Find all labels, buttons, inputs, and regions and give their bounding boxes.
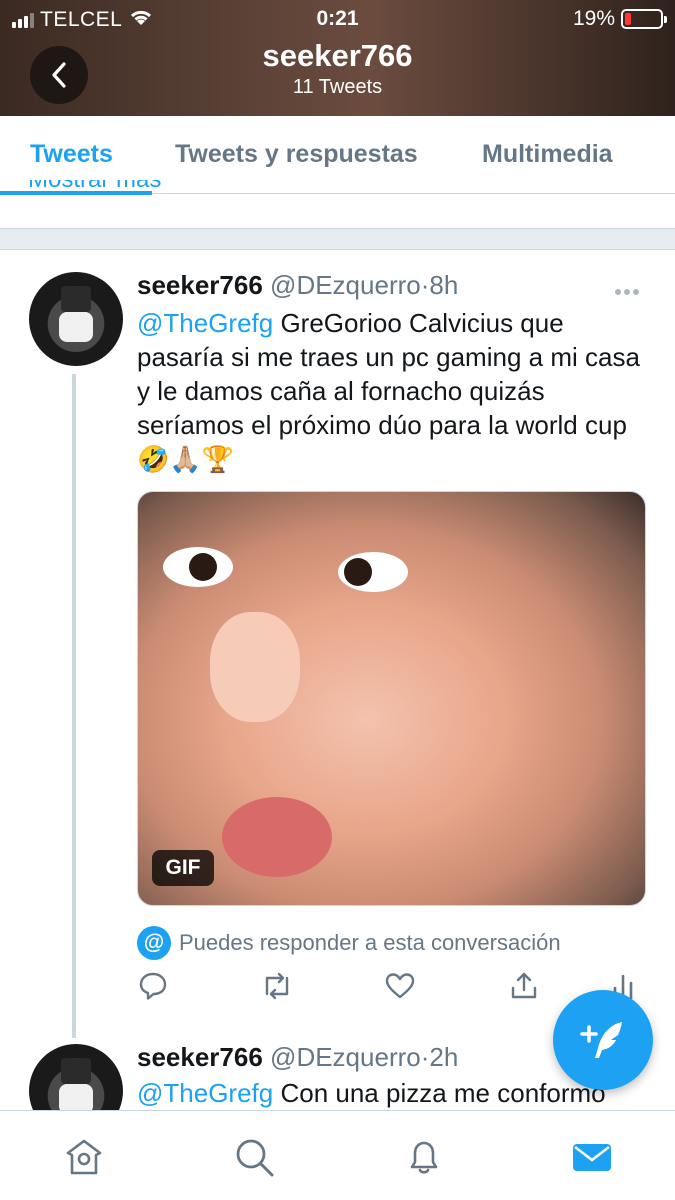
share-icon[interactable] bbox=[508, 970, 544, 1006]
section-divider bbox=[0, 228, 675, 250]
retweet-icon[interactable] bbox=[259, 970, 295, 1006]
tweet-mention[interactable]: @TheGrefg bbox=[137, 308, 273, 338]
more-icon[interactable] bbox=[614, 276, 640, 302]
tab-media[interactable]: Multimedia bbox=[482, 140, 613, 169]
compose-icon bbox=[580, 1022, 622, 1058]
tweet-body: Con una pizza me conformo bbox=[273, 1078, 606, 1108]
search-icon[interactable] bbox=[232, 1135, 276, 1179]
tweet-text: @TheGrefg GreGorioo Calvicius que pasarí… bbox=[137, 306, 642, 476]
at-icon: @ bbox=[137, 926, 171, 960]
like-icon[interactable] bbox=[384, 970, 420, 1006]
reply-permission-note: @ Puedes responder a esta conversación bbox=[137, 926, 561, 960]
gif-badge: GIF bbox=[152, 850, 214, 886]
tab-tweets-replies[interactable]: Tweets y respuestas bbox=[175, 140, 418, 169]
status-bar: TELCEL 0:21 19% bbox=[0, 0, 675, 38]
thread-line bbox=[72, 374, 76, 1038]
reply-icon[interactable] bbox=[137, 970, 173, 1006]
avatar[interactable] bbox=[29, 272, 123, 366]
notifications-icon[interactable] bbox=[402, 1135, 446, 1179]
tab-tweets[interactable]: Tweets bbox=[30, 140, 113, 169]
tweet-author-name[interactable]: seeker766 bbox=[137, 1042, 263, 1072]
tweet-actions bbox=[137, 970, 637, 1010]
tweet-time: 8h bbox=[429, 270, 459, 300]
tweet-gif[interactable]: GIF bbox=[137, 491, 646, 906]
page-title: seeker766 bbox=[262, 38, 413, 73]
tweet-author-handle[interactable]: @DEzquerro bbox=[270, 1042, 421, 1072]
tweet-author-name[interactable]: seeker766 bbox=[137, 270, 263, 300]
tweet-author-handle[interactable]: @DEzquerro bbox=[270, 270, 421, 300]
home-icon[interactable] bbox=[62, 1135, 106, 1179]
tweet-mention[interactable]: @TheGrefg bbox=[137, 1078, 273, 1108]
reply-permission-text: Puedes responder a esta conversación bbox=[179, 930, 561, 955]
battery-icon bbox=[621, 9, 667, 29]
show-more-link[interactable]: Mostrar más bbox=[28, 180, 161, 194]
battery-percent: 19% bbox=[572, 7, 615, 30]
profile-header: TELCEL 0:21 19% seeker766 11 Tweets bbox=[0, 0, 675, 116]
tweet-count: 11 Tweets bbox=[292, 76, 383, 98]
tweet-time: 2h bbox=[429, 1042, 459, 1072]
tweet-header: seeker766 @DEzquerro·2h bbox=[137, 1042, 458, 1073]
bottom-tab-bar bbox=[0, 1110, 675, 1200]
tweet-header: seeker766 @DEzquerro·8h bbox=[137, 270, 458, 301]
messages-icon[interactable] bbox=[570, 1135, 614, 1179]
tweet-text: @TheGrefg Con una pizza me conformo bbox=[137, 1076, 642, 1110]
compose-tweet-button[interactable] bbox=[553, 990, 653, 1090]
